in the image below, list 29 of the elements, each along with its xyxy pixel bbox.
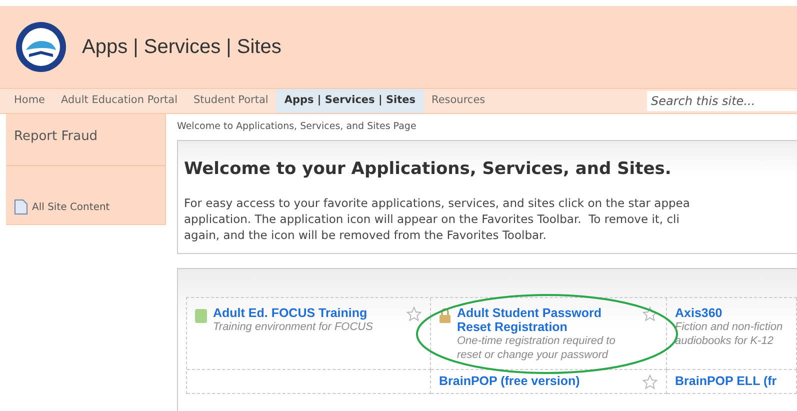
breadcrumb: Welcome to Applications, Services, and Sites Page [177,120,418,134]
app-link[interactable]: Adult Ed. FOCUS Training [213,306,400,320]
sidebar-link[interactable]: All Site Content [32,200,110,215]
intro-text-line: application. The application icon will appear on the Favorites Toolbar. To remove it, cli [184,210,680,227]
app-link[interactable]: BrainPOP (free version) [439,374,636,388]
app-link[interactable]: Axis360 [675,306,788,320]
intro-text-line: For easy access to your favorite applications, services, and sites click on the star appea [184,194,691,211]
sidebar-link[interactable]: Report Fraud [14,129,98,144]
document-icon [14,199,28,216]
site-title: Apps | Services | Sites [82,35,282,60]
app-description: Fiction and non-fiction audiobooks for K-12 [675,320,784,348]
app-link[interactable]: BrainPOP ELL (fr [675,374,788,388]
nav-tab[interactable]: Resources [424,89,494,113]
intro-text-line: again, and the icon will be removed from the Favorites Toolbar. [184,226,548,243]
nav-tab[interactable]: Apps | Services | Sites [276,89,424,113]
search-field[interactable]: Search this site... [647,91,797,111]
lock-icon [439,308,451,323]
star-icon[interactable] [642,306,658,322]
app-description: One-time registration required to reset or change your password [457,334,616,362]
star-icon[interactable] [642,374,658,390]
app-description: Training environment for FOCUS [213,320,374,334]
intro-heading: Welcome to your Applications, Services, and Sites. [184,158,672,182]
app-link[interactable]: Adult Student Password Reset Registration [457,306,636,334]
nav-tab[interactable]: Adult Education Portal [53,89,186,113]
school-seal-logo [14,20,68,74]
nav-tab[interactable]: Home [6,89,54,113]
nav-tab[interactable]: Student Portal [186,89,276,113]
book-icon [195,308,207,323]
star-icon[interactable] [406,306,422,322]
